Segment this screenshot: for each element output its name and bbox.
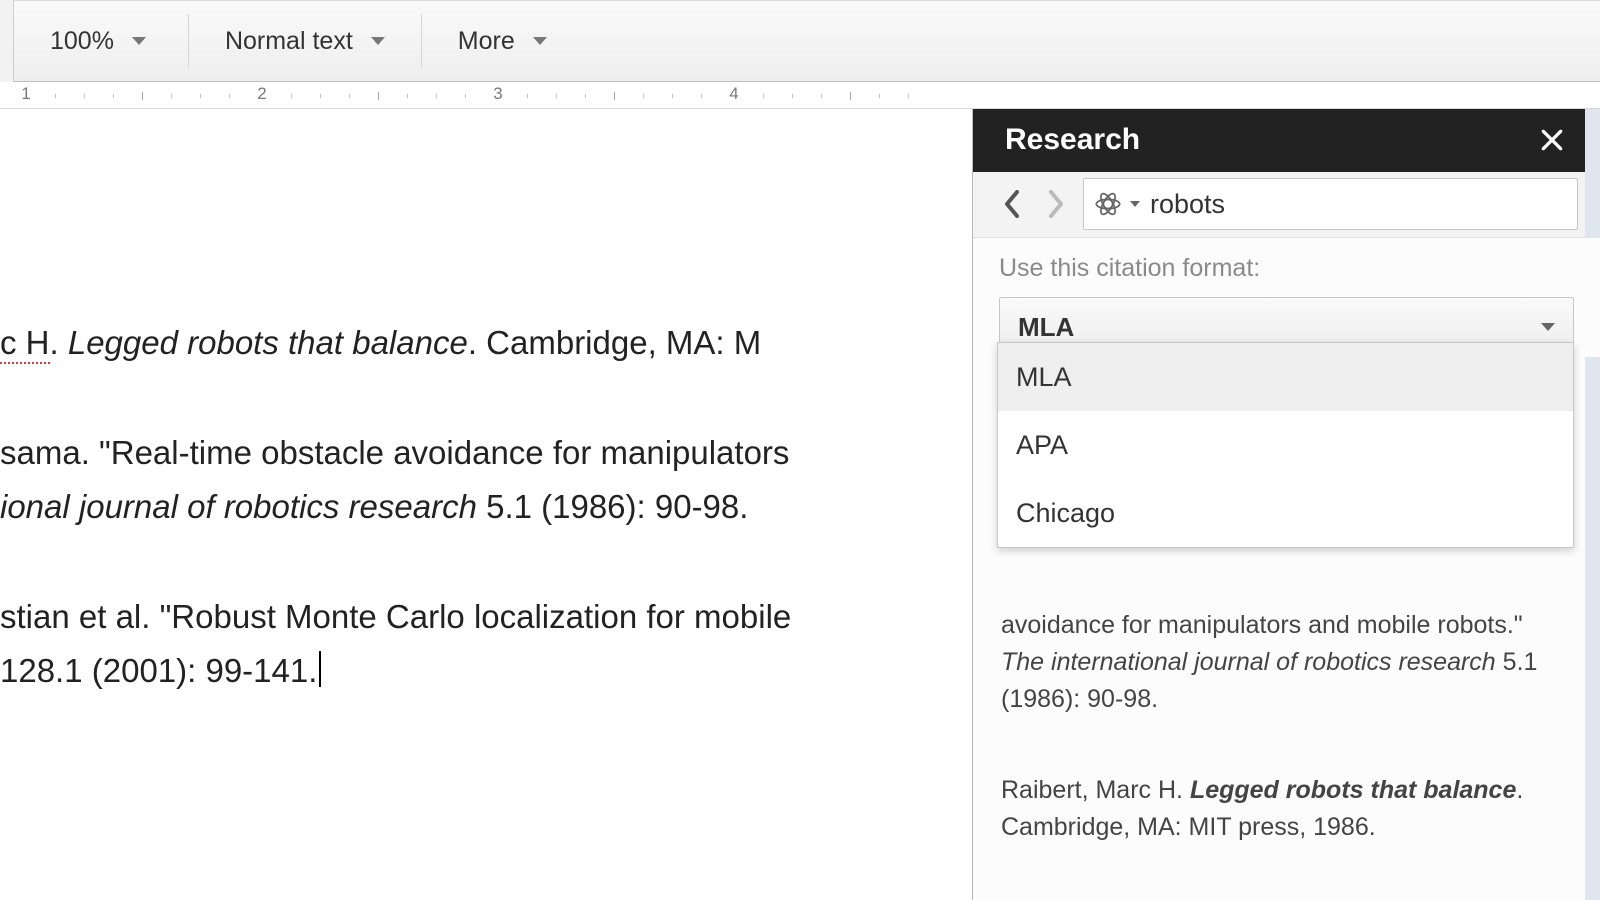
chevron-down-icon <box>1130 201 1140 207</box>
paragraph-style-dropdown[interactable]: Normal text <box>195 0 415 82</box>
toolbar-separator <box>188 14 189 68</box>
citation-option-apa[interactable]: APA <box>998 411 1573 479</box>
chevron-down-icon <box>132 37 146 45</box>
doc-line-2: sama. "Real-time obstacle avoidance for … <box>0 434 789 471</box>
doc-line-3-suffix: 5.1 (1986): 90-98. <box>477 488 749 525</box>
research-search-row: robots <box>973 172 1600 238</box>
chevron-down-icon <box>1541 323 1555 331</box>
nav-back-button[interactable] <box>995 180 1029 228</box>
citation-format-selected: MLA <box>1018 312 1074 343</box>
ruler-mark-4: 4 <box>729 84 738 104</box>
more-label: More <box>458 27 515 56</box>
chevron-left-icon <box>1003 190 1021 218</box>
zoom-dropdown[interactable]: 100% <box>14 0 182 82</box>
research-results: avoidance for manipulators and mobile ro… <box>973 607 1600 900</box>
ruler-mark-1: 1 <box>21 84 30 104</box>
research-panel-title: Research <box>1005 123 1140 157</box>
doc-line-1-title: Legged robots that balance <box>68 324 468 361</box>
chevron-down-icon <box>371 37 385 45</box>
chevron-right-icon <box>1047 190 1065 218</box>
citation-format-label: Use this citation format: <box>999 254 1574 283</box>
citation-option-mla[interactable]: MLA <box>998 343 1573 411</box>
ruler[interactable]: 1 2 3 4 <box>0 82 1600 109</box>
spelling-error[interactable]: c H <box>0 324 50 364</box>
zoom-value: 100% <box>50 27 114 56</box>
document-surface[interactable]: c H. Legged robots that balance. Cambrid… <box>0 109 972 900</box>
nav-forward-button[interactable] <box>1039 180 1073 228</box>
text-caret <box>319 651 321 687</box>
research-panel: Research robots Use this citation format… <box>972 109 1600 900</box>
search-value: robots <box>1150 189 1225 220</box>
ruler-mark-3: 3 <box>493 84 502 104</box>
ruler-mark-2: 2 <box>257 84 266 104</box>
more-dropdown[interactable]: More <box>428 0 577 82</box>
main-area: c H. Legged robots that balance. Cambrid… <box>0 109 1600 900</box>
chevron-down-icon <box>533 37 547 45</box>
research-result[interactable]: Raibert, Marc H. Legged robots that bala… <box>1001 772 1572 846</box>
doc-line-5: 128.1 (2001): 99-141. <box>0 652 317 689</box>
toolbar: 100% Normal text More <box>0 0 1600 82</box>
toolbar-separator <box>421 14 422 68</box>
doc-line-1-suffix: . Cambridge, MA: M <box>468 324 761 361</box>
toolbar-left-edge <box>0 0 14 82</box>
citation-format-options: MLA APA Chicago <box>997 342 1574 548</box>
panel-scrollbar[interactable] <box>1585 109 1600 900</box>
doc-line-3-italic: ional journal of robotics research <box>0 488 477 525</box>
citation-section: Use this citation format: MLA MLA APA Ch… <box>973 238 1600 357</box>
research-result[interactable]: avoidance for manipulators and mobile ro… <box>1001 607 1572 718</box>
research-panel-header: Research <box>973 109 1600 172</box>
paragraph-style-value: Normal text <box>225 27 353 56</box>
research-search-input[interactable]: robots <box>1083 178 1578 230</box>
citation-option-chicago[interactable]: Chicago <box>998 479 1573 547</box>
close-icon <box>1539 127 1565 153</box>
doc-line-4: stian et al. "Robust Monte Carlo localiz… <box>0 598 791 635</box>
scholar-icon <box>1094 190 1122 218</box>
close-button[interactable] <box>1534 122 1570 158</box>
